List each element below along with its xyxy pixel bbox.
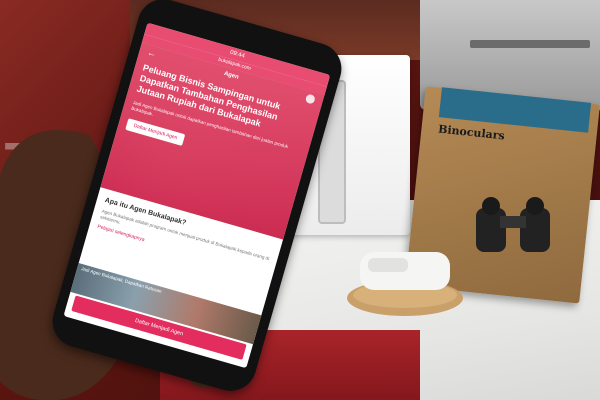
rope-ceramic-item [347, 252, 463, 316]
binoculars-image [476, 197, 550, 252]
photo-scene: Binoculars K 09:44 bukalapak.com ← Agen [0, 0, 600, 400]
printer-slot [470, 40, 590, 48]
avatar-icon[interactable] [304, 92, 317, 105]
topbar-title: Agen [223, 70, 240, 81]
back-arrow-icon[interactable]: ← [146, 47, 157, 59]
video-label: Jadi Agen Bukalapak, Dapatkan Ratusan [80, 266, 163, 294]
